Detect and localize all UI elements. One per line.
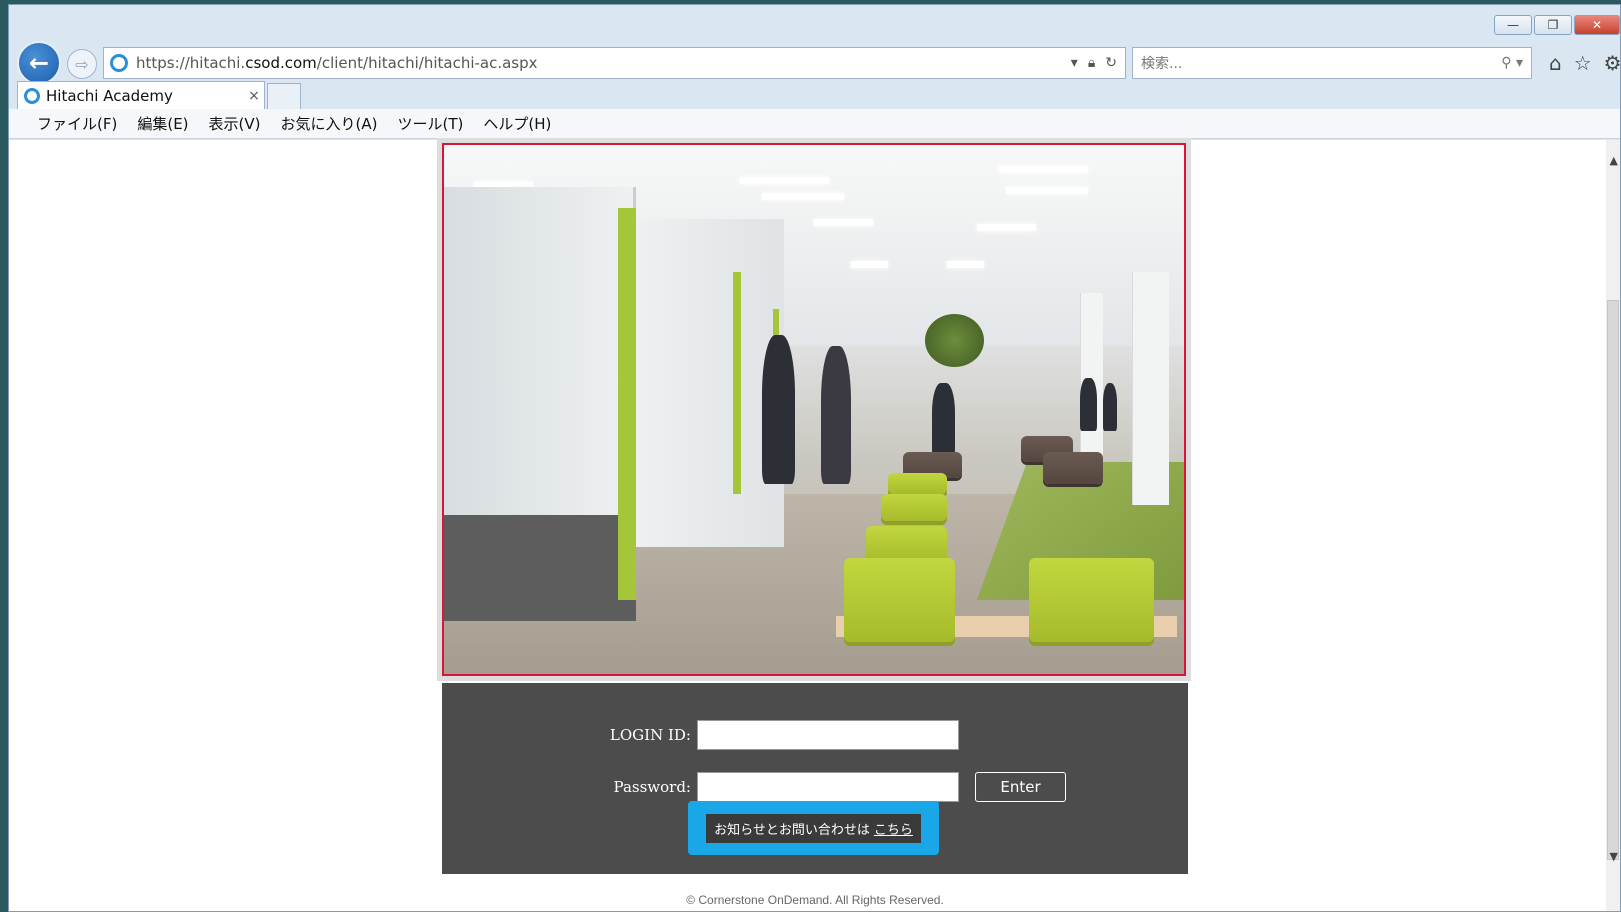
- url-text[interactable]: https://hitachi.csod.com/client/hitachi/…: [136, 54, 1071, 72]
- login-id-label: LOGIN ID:: [609, 726, 691, 744]
- browser-window: — ❐ ✕ ← ⇨ https://hitachi.csod.com/clien…: [8, 4, 1621, 912]
- login-id-input[interactable]: [697, 720, 959, 750]
- address-bar[interactable]: https://hitachi.csod.com/client/hitachi/…: [103, 47, 1126, 79]
- maximize-button[interactable]: ❐: [1534, 15, 1572, 35]
- copyright-footer: © Cornerstone OnDemand. All Rights Reser…: [686, 893, 944, 907]
- search-icon[interactable]: ⚲ ▾: [1501, 55, 1523, 71]
- menu-favorites[interactable]: お気に入り(A): [271, 113, 388, 134]
- menu-bar: ファイル(F) 編集(E) 表示(V) お気に入り(A) ツール(T) ヘルプ(…: [9, 109, 1620, 139]
- home-icon[interactable]: ⌂: [1549, 51, 1562, 75]
- refresh-icon[interactable]: ↻: [1105, 55, 1117, 71]
- login-panel: LOGIN ID: Password: Enter お知らせとお問い合わせは こち…: [442, 683, 1188, 874]
- tab-bar: Hitachi Academy ×: [17, 81, 1620, 109]
- close-tab-icon[interactable]: ×: [244, 88, 264, 104]
- ie-page-icon: [110, 54, 128, 72]
- page-content: LOGIN ID: Password: Enter お知らせとお問い合わせは こち…: [9, 138, 1620, 911]
- search-box[interactable]: 検索... ⚲ ▾: [1132, 47, 1532, 79]
- notice-text: お知らせとお問い合わせは こちら: [706, 813, 921, 843]
- scroll-down-icon[interactable]: ▼: [1610, 850, 1618, 863]
- ie-tab-icon: [24, 87, 40, 104]
- menu-help[interactable]: ヘルプ(H): [473, 113, 561, 134]
- back-button[interactable]: ←: [17, 41, 61, 85]
- menu-edit[interactable]: 編集(E): [127, 113, 198, 134]
- close-window-button[interactable]: ✕: [1574, 15, 1620, 35]
- browser-toolbar-icons: ⌂ ☆ ⚙: [1549, 51, 1621, 75]
- address-tools: ▾ 🔒︎ ↻: [1071, 55, 1125, 71]
- scroll-thumb[interactable]: [1607, 300, 1619, 860]
- gear-icon[interactable]: ⚙: [1604, 51, 1621, 75]
- password-row: Password: Enter: [587, 772, 1066, 802]
- notice-box: お知らせとお問い合わせは こちら: [688, 801, 939, 855]
- tab-hitachi-academy[interactable]: Hitachi Academy ×: [17, 81, 265, 109]
- notice-message: お知らせとお問い合わせは: [714, 822, 870, 838]
- url-domain: csod.com: [245, 54, 317, 72]
- arrow-left-icon: ←: [28, 49, 50, 77]
- tab-title: Hitachi Academy: [46, 86, 173, 105]
- url-path: /client/hitachi/hitachi-ac.aspx: [316, 54, 538, 72]
- window-controls: — ❐ ✕: [1494, 15, 1620, 35]
- favorites-star-icon[interactable]: ☆: [1574, 51, 1592, 75]
- new-tab-button[interactable]: [267, 83, 301, 109]
- hero-office-image: [437, 138, 1191, 681]
- url-prefix: https://hitachi.: [136, 54, 246, 72]
- enter-button[interactable]: Enter: [975, 772, 1066, 802]
- minimize-button[interactable]: —: [1494, 15, 1532, 35]
- menu-tools[interactable]: ツール(T): [387, 113, 473, 134]
- search-input[interactable]: 検索...: [1141, 53, 1501, 73]
- menu-view[interactable]: 表示(V): [199, 113, 271, 134]
- navigation-bar: ← ⇨ https://hitachi.csod.com/client/hita…: [17, 41, 1621, 85]
- password-label: Password:: [613, 778, 691, 796]
- arrow-right-icon: ⇨: [75, 54, 89, 74]
- notice-link[interactable]: こちら: [874, 823, 913, 838]
- menu-file[interactable]: ファイル(F): [27, 113, 127, 134]
- dropdown-icon[interactable]: ▾: [1071, 55, 1078, 71]
- scroll-up-icon[interactable]: ▲: [1610, 154, 1618, 167]
- lock-icon[interactable]: 🔒︎: [1088, 55, 1095, 71]
- login-id-row: LOGIN ID:: [587, 720, 959, 750]
- password-input[interactable]: [697, 772, 959, 802]
- forward-button[interactable]: ⇨: [67, 49, 97, 79]
- vertical-scrollbar[interactable]: ▲ ▼: [1606, 140, 1620, 911]
